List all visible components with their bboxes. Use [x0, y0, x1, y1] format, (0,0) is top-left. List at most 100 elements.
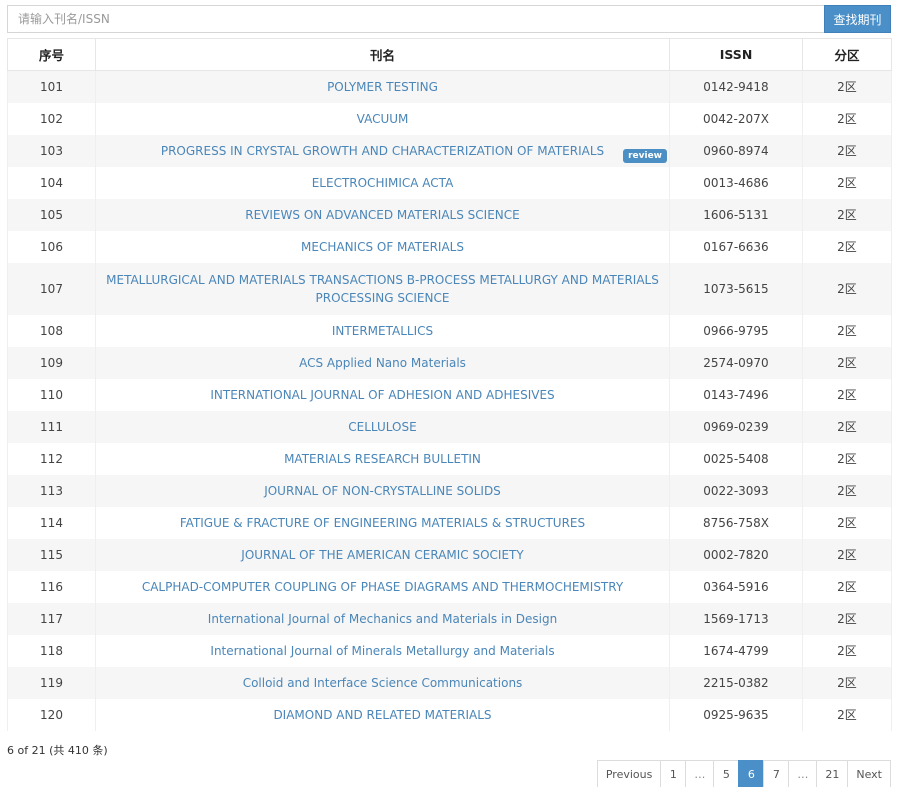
search-journal-button[interactable]: 查找期刊 — [824, 5, 891, 33]
row-journal-name-cell: ELECTROCHIMICA ACTA — [95, 166, 670, 199]
row-issn: 0960-8974 — [669, 134, 803, 167]
row-journal-name-cell: International Journal of Mechanics and M… — [95, 602, 670, 635]
row-journal-name-cell: JOURNAL OF THE AMERICAN CERAMIC SOCIETY — [95, 538, 670, 571]
pagination: Previous 1… 5 6 7… 21 Next — [596, 760, 891, 787]
row-zone: 2区 — [802, 378, 892, 411]
journal-link[interactable]: DIAMOND AND RELATED MATERIALS — [273, 708, 491, 722]
row-journal-name-cell: INTERMETALLICS — [95, 314, 670, 347]
page-link-1[interactable]: 1 — [660, 760, 687, 787]
table-row: 105 REVIEWS ON ADVANCED MATERIALS SCIENCE… — [7, 198, 892, 231]
row-journal-name-cell: VACUUM — [95, 102, 670, 135]
table-row: 102 VACUUM 0042-207X 2区 — [7, 102, 892, 135]
journal-link[interactable]: International Journal of Minerals Metall… — [210, 644, 554, 658]
row-index: 112 — [7, 442, 96, 475]
row-issn: 1606-5131 — [669, 198, 803, 231]
journal-link[interactable]: FATIGUE & FRACTURE OF ENGINEERING MATERI… — [180, 516, 585, 530]
journal-link[interactable]: POLYMER TESTING — [327, 80, 438, 94]
row-issn: 1569-1713 — [669, 602, 803, 635]
journal-link[interactable]: International Journal of Mechanics and M… — [208, 612, 557, 626]
table-row: 116 CALPHAD-COMPUTER COUPLING OF PHASE DI… — [7, 570, 892, 603]
row-index: 107 — [7, 262, 96, 315]
table-row: 109 ACS Applied Nano Materials 2574-0970 2区 — [7, 346, 892, 379]
row-zone: 2区 — [802, 570, 892, 603]
row-index: 105 — [7, 198, 96, 231]
row-index: 109 — [7, 346, 96, 379]
row-issn: 0025-5408 — [669, 442, 803, 475]
row-index: 106 — [7, 230, 96, 263]
previous-page-button[interactable]: Previous — [596, 760, 662, 787]
row-journal-name-cell: DIAMOND AND RELATED MATERIALS — [95, 698, 670, 731]
table-row: 110 INTERNATIONAL JOURNAL OF ADHESION AND… — [7, 378, 892, 411]
result-summary: 6 of 21 (共 410 条) — [7, 744, 108, 757]
row-issn: 0167-6636 — [669, 230, 803, 263]
journal-link[interactable]: MATERIALS RESEARCH BULLETIN — [284, 452, 481, 466]
table-row: 103 PROGRESS IN CRYSTAL GROWTH AND CHARAC… — [7, 134, 892, 167]
row-issn: 0143-7496 — [669, 378, 803, 411]
journal-link[interactable]: VACUUM — [357, 112, 409, 126]
search-input[interactable] — [7, 5, 824, 33]
table-row: 114 FATIGUE & FRACTURE OF ENGINEERING MAT… — [7, 506, 892, 539]
row-index: 118 — [7, 634, 96, 667]
row-journal-name-cell: ACS Applied Nano Materials — [95, 346, 670, 379]
row-index: 102 — [7, 102, 96, 135]
column-header-index: 序号 — [7, 38, 96, 71]
row-zone: 2区 — [802, 262, 892, 315]
row-journal-name-cell: INTERNATIONAL JOURNAL OF ADHESION AND AD… — [95, 378, 670, 411]
journal-link[interactable]: INTERMETALLICS — [332, 324, 433, 338]
table-row: 107 METALLURGICAL AND MATERIALS TRANSACTI… — [7, 262, 892, 315]
page-link-7[interactable]: 7 — [763, 760, 790, 787]
row-zone: 2区 — [802, 634, 892, 667]
column-header-name: 刊名 — [95, 38, 670, 71]
row-issn: 0042-207X — [669, 102, 803, 135]
row-issn: 0925-9635 — [669, 698, 803, 731]
table-row: 111 CELLULOSE 0969-0239 2区 — [7, 410, 892, 443]
journal-link[interactable]: CELLULOSE — [348, 420, 416, 434]
search-bar: 查找期刊 — [7, 5, 891, 33]
journal-link[interactable]: JOURNAL OF NON-CRYSTALLINE SOLIDS — [264, 484, 501, 498]
table-row: 118 International Journal of Minerals Met… — [7, 634, 892, 667]
table-row: 104 ELECTROCHIMICA ACTA 0013-4686 2区 — [7, 166, 892, 199]
row-journal-name-cell: Colloid and Interface Science Communicat… — [95, 666, 670, 699]
row-issn: 0002-7820 — [669, 538, 803, 571]
journal-link[interactable]: INTERNATIONAL JOURNAL OF ADHESION AND AD… — [210, 388, 554, 402]
next-page-button[interactable]: Next — [847, 760, 891, 787]
row-issn: 8756-758X — [669, 506, 803, 539]
row-index: 119 — [7, 666, 96, 699]
row-issn: 0013-4686 — [669, 166, 803, 199]
table-row: 113 JOURNAL OF NON-CRYSTALLINE SOLIDS 0022… — [7, 474, 892, 507]
table-row: 101 POLYMER TESTING 0142-9418 2区 — [7, 70, 892, 103]
row-issn: 2574-0970 — [669, 346, 803, 379]
table-row: 112 MATERIALS RESEARCH BULLETIN 0025-5408 2… — [7, 442, 892, 475]
row-zone: 2区 — [802, 70, 892, 103]
column-header-zone: 分区 — [802, 38, 892, 71]
journal-link[interactable]: CALPHAD-COMPUTER COUPLING OF PHASE DIAGR… — [142, 580, 623, 594]
page-link-21[interactable]: 21 — [816, 760, 849, 787]
row-zone: 2区 — [802, 666, 892, 699]
journal-link[interactable]: ELECTROCHIMICA ACTA — [312, 176, 454, 190]
row-zone: 2区 — [802, 442, 892, 475]
row-journal-name-cell: MATERIALS RESEARCH BULLETIN — [95, 442, 670, 475]
journal-link[interactable]: Colloid and Interface Science Communicat… — [243, 676, 523, 690]
table-row: 120 DIAMOND AND RELATED MATERIALS 0925-963… — [7, 698, 892, 731]
row-issn: 0142-9418 — [669, 70, 803, 103]
row-zone: 2区 — [802, 602, 892, 635]
journal-link[interactable]: REVIEWS ON ADVANCED MATERIALS SCIENCE — [245, 208, 519, 222]
journal-table: 序号 刊名 ISSN 分区 101 POLYMER TESTING 0142-941… — [7, 38, 892, 731]
table-header-row: 序号 刊名 ISSN 分区 — [7, 38, 892, 71]
journal-link[interactable]: METALLURGICAL AND MATERIALS TRANSACTIONS… — [106, 273, 659, 305]
journal-link[interactable]: PROGRESS IN CRYSTAL GROWTH AND CHARACTER… — [161, 144, 604, 158]
journal-link[interactable]: ACS Applied Nano Materials — [299, 356, 466, 370]
page-link-5[interactable]: 5 — [713, 760, 740, 787]
page-link-6[interactable]: 6 — [738, 760, 765, 787]
row-zone: 2区 — [802, 506, 892, 539]
journal-link[interactable]: JOURNAL OF THE AMERICAN CERAMIC SOCIETY — [241, 548, 523, 562]
row-zone: 2区 — [802, 198, 892, 231]
table-row: 119 Colloid and Interface Science Communi… — [7, 666, 892, 699]
row-issn: 0022-3093 — [669, 474, 803, 507]
row-index: 120 — [7, 698, 96, 731]
journal-link[interactable]: MECHANICS OF MATERIALS — [301, 240, 464, 254]
row-journal-name-cell: MECHANICS OF MATERIALS — [95, 230, 670, 263]
row-zone: 2区 — [802, 102, 892, 135]
row-journal-name-cell: PROGRESS IN CRYSTAL GROWTH AND CHARACTER… — [95, 134, 670, 167]
row-journal-name-cell: CALPHAD-COMPUTER COUPLING OF PHASE DIAGR… — [95, 570, 670, 603]
